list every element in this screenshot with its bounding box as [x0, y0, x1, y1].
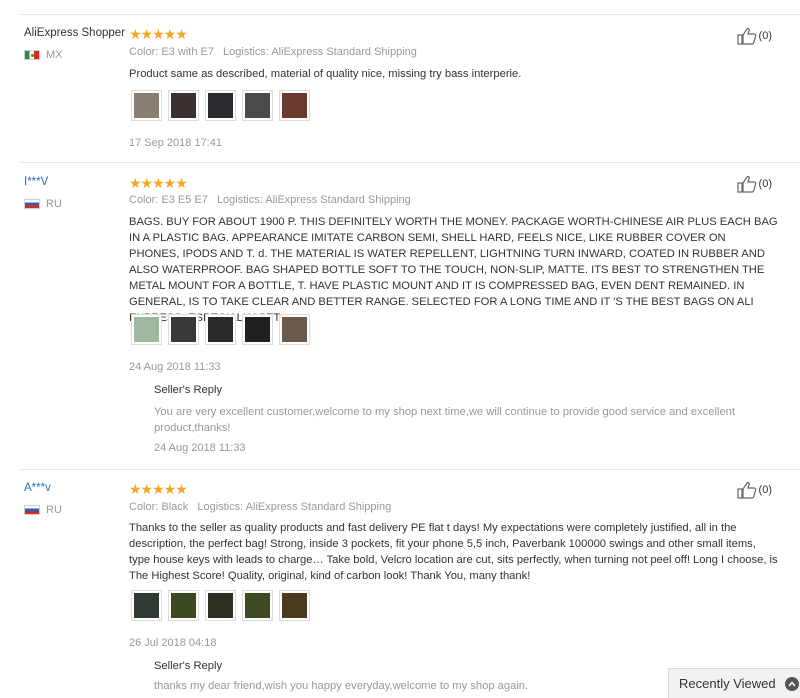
- helpful-button[interactable]: (0): [736, 481, 772, 499]
- reviewer-country: RU: [46, 504, 62, 516]
- review-photo-thumbnail[interactable]: [131, 590, 162, 621]
- reviewer-name[interactable]: AliExpress Shopper: [24, 27, 125, 39]
- photo-fill: [171, 93, 196, 118]
- reviewer-name[interactable]: I***V: [24, 176, 48, 188]
- review-date: 17 Sep 2018 17:41: [129, 137, 222, 149]
- photo-fill: [245, 593, 270, 618]
- review-photo-thumbnail[interactable]: [131, 90, 162, 121]
- photo-fill: [134, 317, 159, 342]
- color-option: Color: E3 with E7: [129, 46, 214, 58]
- review-photo-thumbnail[interactable]: [168, 314, 199, 345]
- review-photos: [131, 590, 310, 621]
- seller-reply: Seller's Reply thanks my dear friend,wis…: [154, 660, 754, 694]
- review-photo-thumbnail[interactable]: [205, 314, 236, 345]
- review-photos: [131, 314, 310, 345]
- recently-viewed-button[interactable]: Recently Viewed: [668, 668, 800, 698]
- review-photo-thumbnail[interactable]: [242, 590, 273, 621]
- rating-stars: ★★★★★: [129, 175, 188, 191]
- photo-fill: [134, 93, 159, 118]
- helpful-count: (0): [758, 484, 772, 496]
- photo-fill: [282, 93, 307, 118]
- thumbs-up-icon: [736, 28, 756, 45]
- seller-reply-date: 24 Aug 2018 11:33: [154, 442, 246, 454]
- review-text: Product same as described, material of q…: [129, 68, 522, 80]
- seller-reply-title: Seller's Reply: [154, 660, 223, 672]
- reviewer-country: MX: [46, 49, 63, 61]
- logistics-info: Logistics: AliExpress Standard Shipping: [216, 194, 411, 206]
- photo-fill: [171, 317, 196, 342]
- mexico-flag-icon: [24, 50, 40, 60]
- review-date: 24 Aug 2018 11:33: [129, 361, 221, 373]
- review-photo-thumbnail[interactable]: [279, 590, 310, 621]
- review-photo-thumbnail[interactable]: [279, 314, 310, 345]
- seller-reply: Seller's Reply You are very excellent cu…: [154, 384, 754, 454]
- order-info: Color: E3 E5 E7 Logistics: AliExpress St…: [129, 194, 411, 206]
- review-photo-thumbnail[interactable]: [205, 90, 236, 121]
- review-text: Thanks to the seller as quality products…: [129, 522, 778, 582]
- color-option: Color: E3 E5 E7: [129, 194, 208, 206]
- review-photo-thumbnail[interactable]: [131, 314, 162, 345]
- review-photos: [131, 90, 310, 121]
- photo-fill: [282, 317, 307, 342]
- thumbs-up-icon: [736, 176, 756, 193]
- photo-fill: [208, 593, 233, 618]
- photo-fill: [208, 93, 233, 118]
- helpful-button[interactable]: (0): [736, 27, 772, 45]
- review-photo-thumbnail[interactable]: [168, 590, 199, 621]
- review-photo-thumbnail[interactable]: [279, 90, 310, 121]
- photo-fill: [171, 593, 196, 618]
- seller-reply-text: You are very excellent customer,welcome …: [154, 406, 736, 434]
- color-option: Color: Black: [129, 501, 189, 513]
- russia-flag-icon: [24, 505, 40, 515]
- reviewer-country: RU: [46, 198, 62, 210]
- russia-flag-icon: [24, 199, 40, 209]
- review-text: BAGS. BUY FOR ABOUT 1900 P. THIS DEFINIT…: [129, 216, 778, 324]
- review-photo-thumbnail[interactable]: [168, 90, 199, 121]
- photo-fill: [134, 593, 159, 618]
- rating-stars: ★★★★★: [129, 26, 188, 42]
- review-photo-thumbnail[interactable]: [242, 90, 273, 121]
- order-info: Color: Black Logistics: AliExpress Stand…: [129, 501, 391, 513]
- review-photo-thumbnail[interactable]: [205, 590, 236, 621]
- review-date: 26 Jul 2018 04:18: [129, 637, 217, 649]
- helpful-button[interactable]: (0): [736, 175, 772, 193]
- chevron-up-icon: [784, 676, 799, 691]
- photo-fill: [282, 593, 307, 618]
- logistics-info: Logistics: AliExpress Standard Shipping: [197, 501, 392, 513]
- order-info: Color: E3 with E7 Logistics: AliExpress …: [129, 46, 417, 58]
- seller-reply-text: thanks my dear friend,wish you happy eve…: [154, 680, 529, 692]
- recently-viewed-label: Recently Viewed: [679, 676, 776, 691]
- review-divider: [20, 162, 800, 163]
- thumbs-up-icon: [736, 482, 756, 499]
- rating-stars: ★★★★★: [129, 481, 188, 497]
- seller-reply-title: Seller's Reply: [154, 384, 223, 396]
- helpful-count: (0): [758, 30, 772, 42]
- review-divider: [20, 469, 800, 470]
- review-photo-thumbnail[interactable]: [242, 314, 273, 345]
- photo-fill: [245, 317, 270, 342]
- photo-fill: [208, 317, 233, 342]
- reviewer-name[interactable]: A***v: [24, 482, 51, 494]
- logistics-info: Logistics: AliExpress Standard Shipping: [223, 46, 417, 58]
- helpful-count: (0): [758, 178, 772, 190]
- photo-fill: [245, 93, 270, 118]
- top-divider: [20, 14, 800, 15]
